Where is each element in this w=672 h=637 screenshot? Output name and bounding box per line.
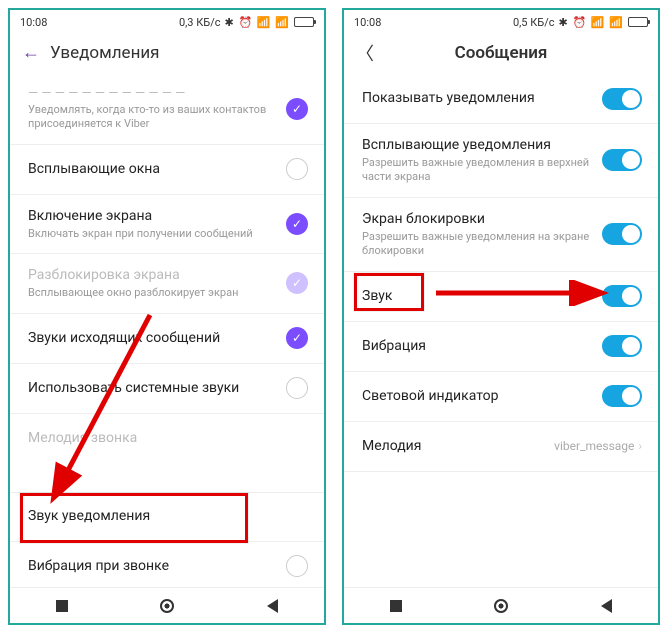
toggle-switch[interactable] <box>602 385 642 407</box>
checkbox-icon[interactable]: ✓ <box>286 213 308 235</box>
item-popup-notifications[interactable]: Всплывающие уведомления Разрешить важные… <box>344 124 658 198</box>
item-title: Экран блокировки <box>362 210 592 228</box>
item-outgoing-sounds[interactable]: Звуки исходящих сообщений ✓ <box>10 314 324 364</box>
settings-list: Показывать уведомления Всплывающие уведо… <box>344 74 658 587</box>
checkbox-icon[interactable]: ✓ <box>286 327 308 349</box>
item-sub: Всплывающее окно разблокирует экран <box>28 286 276 300</box>
toggle-switch[interactable] <box>602 149 642 171</box>
page-title: Сообщения <box>356 43 646 63</box>
chevron-right-icon: › <box>638 439 642 453</box>
status-icons: ✱ ⏰ 📶 📶 <box>559 16 625 29</box>
status-bar: 10:08 0,5 КБ/с ✱ ⏰ 📶 📶 <box>344 10 658 32</box>
nav-home-icon[interactable] <box>160 599 174 613</box>
item-title: Включение экрана <box>28 207 276 225</box>
item-unlock-screen: Разблокировка экрана Всплывающее окно ра… <box>10 254 324 313</box>
status-net: 0,5 КБ/с <box>513 16 555 29</box>
item-title: Звук уведомления <box>28 507 298 525</box>
battery-icon <box>628 17 648 27</box>
nav-recent-icon[interactable] <box>390 600 402 612</box>
nav-recent-icon[interactable] <box>56 600 68 612</box>
item-melody[interactable]: Мелодия viber_message › <box>344 422 658 472</box>
item-title-truncated: — — — — — — — — — — — — <box>28 86 276 101</box>
item-contact-joined[interactable]: — — — — — — — — — — — — Уведомлять, когд… <box>10 74 324 145</box>
item-sound[interactable]: Звук <box>344 272 658 322</box>
toggle-switch[interactable] <box>602 285 642 307</box>
item-lock-screen[interactable]: Экран блокировки Разрешить важные уведом… <box>344 198 658 272</box>
header: ← Уведомления <box>10 32 324 74</box>
settings-list: — — — — — — — — — — — — Уведомлять, когд… <box>10 74 324 587</box>
checkbox-icon: ✓ <box>286 272 308 294</box>
status-bar: 10:08 0,3 КБ/с ✱ ⏰ 📶 📶 <box>10 10 324 32</box>
status-right: 0,3 КБ/с ✱ ⏰ 📶 📶 <box>179 16 314 29</box>
item-title: Мелодия <box>362 437 544 455</box>
phone-left: 10:08 0,3 КБ/с ✱ ⏰ 📶 📶 ← Уведомления — —… <box>8 8 326 625</box>
battery-icon <box>294 17 314 27</box>
toggle-switch[interactable] <box>602 88 642 110</box>
item-led[interactable]: Световой индикатор <box>344 372 658 422</box>
item-notification-sound[interactable]: Звук уведомления <box>10 492 324 542</box>
item-title: Всплывающие окна <box>28 160 276 178</box>
item-title: Вибрация <box>362 337 592 355</box>
item-popup-windows[interactable]: Всплывающие окна <box>10 145 324 195</box>
item-screen-on[interactable]: Включение экрана Включать экран при полу… <box>10 195 324 254</box>
checkbox-icon[interactable] <box>286 158 308 180</box>
item-title: Световой индикатор <box>362 387 592 405</box>
status-icons: ✱ ⏰ 📶 📶 <box>225 16 291 29</box>
item-title: Всплывающие уведомления <box>362 136 592 154</box>
item-title: Звуки исходящих сообщений <box>28 329 276 347</box>
item-vibration[interactable]: Вибрация <box>344 322 658 372</box>
nav-back-icon[interactable] <box>267 599 278 613</box>
nav-back-icon[interactable] <box>601 599 612 613</box>
item-vibrate-on-call[interactable]: Вибрация при звонке <box>10 542 324 587</box>
status-time: 10:08 <box>354 16 381 29</box>
item-sub: Уведомлять, когда кто-то из ваших контак… <box>28 103 276 132</box>
item-title: Звук <box>362 287 592 305</box>
checkbox-icon[interactable]: ✓ <box>286 98 308 120</box>
item-title: Использовать системные звуки <box>28 379 276 397</box>
nav-home-icon[interactable] <box>494 599 508 613</box>
item-title: Показывать уведомления <box>362 89 592 107</box>
item-title: Разблокировка экрана <box>28 266 276 284</box>
item-sub: Включать экран при получении сообщений <box>28 227 276 241</box>
header: 〈 Сообщения <box>344 32 658 74</box>
status-net: 0,3 КБ/с <box>179 16 221 29</box>
item-show-notifications[interactable]: Показывать уведомления <box>344 74 658 124</box>
item-ringtone: Мелодия звонка <box>10 414 324 464</box>
android-navbar <box>344 587 658 623</box>
item-title: Вибрация при звонке <box>28 557 276 575</box>
toggle-switch[interactable] <box>602 223 642 245</box>
checkbox-icon[interactable] <box>286 377 308 399</box>
item-system-sounds[interactable]: Использовать системные звуки <box>10 364 324 414</box>
page-title: Уведомления <box>50 43 312 63</box>
android-navbar <box>10 587 324 623</box>
status-time: 10:08 <box>20 16 47 29</box>
item-title: Мелодия звонка <box>28 429 298 447</box>
item-sub: Разрешить важные уведомления на экране б… <box>362 230 592 259</box>
toggle-switch[interactable] <box>602 335 642 357</box>
item-value: viber_message <box>554 439 634 453</box>
item-sub: Разрешить важные уведомления в верхней ч… <box>362 156 592 185</box>
status-right: 0,5 КБ/с ✱ ⏰ 📶 📶 <box>513 16 648 29</box>
back-icon[interactable]: ← <box>22 42 50 63</box>
phone-right: 10:08 0,5 КБ/с ✱ ⏰ 📶 📶 〈 Сообщения Показ… <box>342 8 660 625</box>
checkbox-icon[interactable] <box>286 555 308 577</box>
